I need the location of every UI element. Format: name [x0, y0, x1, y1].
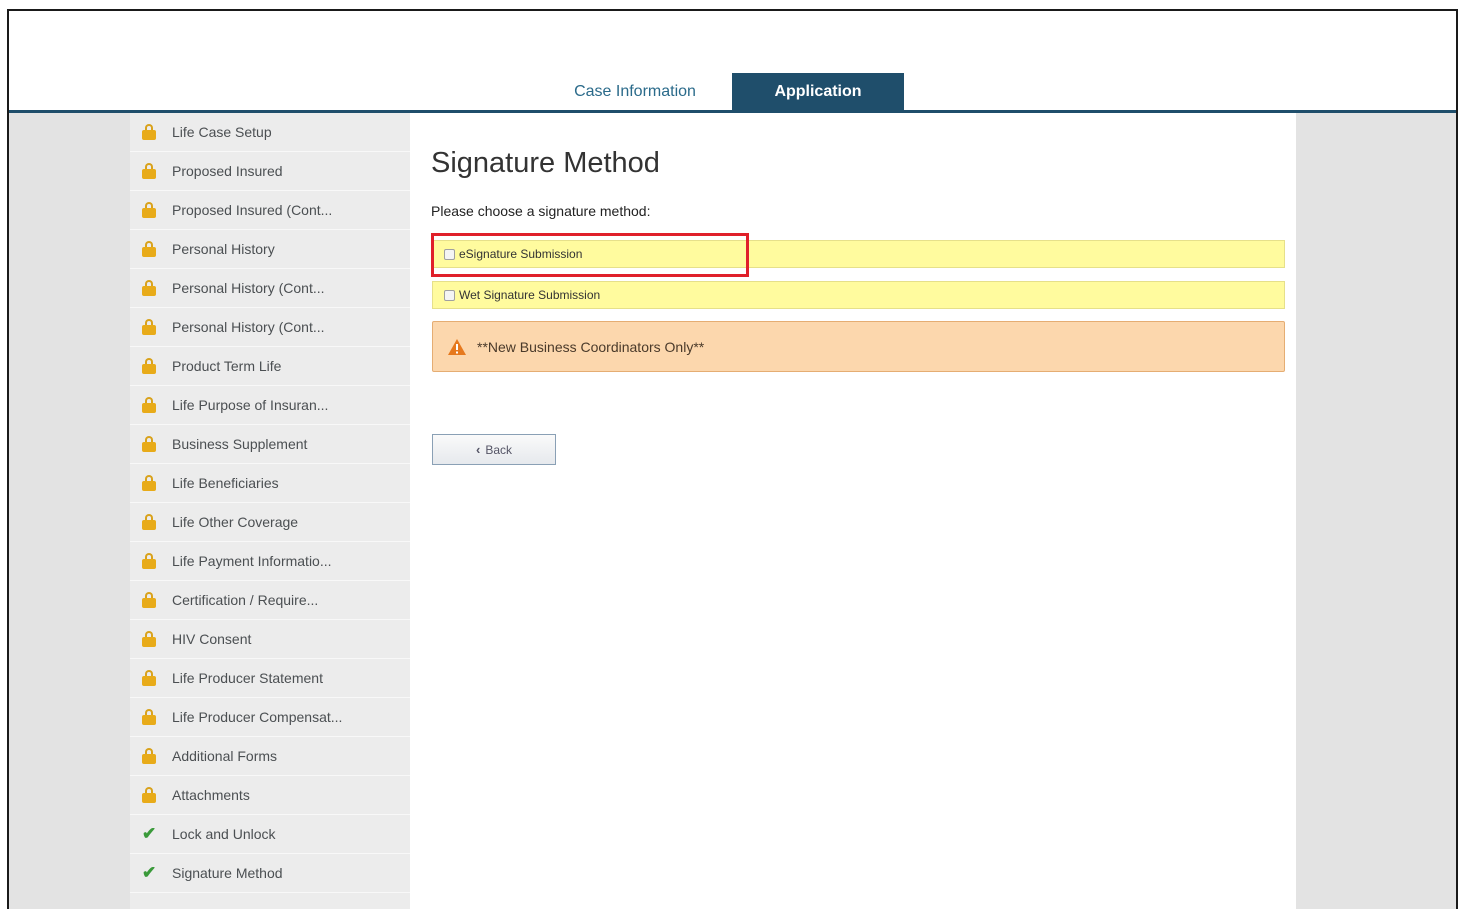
esignature-option[interactable]: eSignature Submission	[432, 240, 1285, 268]
lock-icon	[142, 709, 156, 725]
sidebar-item-label: Life Payment Informatio...	[172, 553, 332, 569]
wet-signature-checkbox[interactable]	[444, 289, 455, 301]
sidebar-item-label: Life Producer Compensat...	[172, 709, 343, 725]
sidebar-item[interactable]: ✔ Signature Method	[130, 854, 410, 893]
sidebar-item-label: Proposed Insured (Cont...	[172, 202, 333, 218]
lock-icon	[142, 514, 156, 530]
lock-icon	[142, 553, 156, 569]
sidebar-item[interactable]: HIV Consent	[130, 620, 410, 659]
warning-icon	[448, 338, 466, 355]
sidebar-item[interactable]: Product Term Life	[130, 347, 410, 386]
tab-application[interactable]: Application	[732, 73, 904, 110]
sidebar-item[interactable]: Life Producer Statement	[130, 659, 410, 698]
wet-signature-option[interactable]: Wet Signature Submission	[432, 281, 1285, 309]
lock-icon	[142, 280, 156, 296]
lock-icon	[142, 202, 156, 218]
lock-icon	[142, 241, 156, 257]
alert-text: **New Business Coordinators Only**	[477, 338, 705, 355]
app-frame: Case Information Application Life Case S…	[7, 9, 1458, 909]
chevron-left-icon: ‹	[475, 442, 481, 457]
lock-icon	[142, 592, 156, 608]
sidebar-item-label: Personal History (Cont...	[172, 280, 325, 296]
lock-icon	[142, 397, 156, 413]
sidebar-item-label: Life Beneficiaries	[172, 475, 279, 491]
sidebar-item[interactable]: Personal History	[130, 230, 410, 269]
check-icon: ✔	[142, 863, 157, 882]
tab-case-information[interactable]: Case Information	[535, 73, 735, 110]
sidebar-item-label: Proposed Insured	[172, 163, 283, 179]
sidebar-item-label: Business Supplement	[172, 436, 308, 452]
back-button[interactable]: ‹ Back	[432, 434, 556, 465]
sidebar-item[interactable]: Life Beneficiaries	[130, 464, 410, 503]
sidebar-item-label: Personal History	[172, 241, 275, 257]
sidebar-item[interactable]: Life Other Coverage	[130, 503, 410, 542]
sidebar-item[interactable]: Life Case Setup	[130, 113, 410, 152]
lock-icon	[142, 319, 156, 335]
sidebar-item[interactable]: Personal History (Cont...	[130, 269, 410, 308]
lock-icon	[142, 787, 156, 803]
tab-bar: Case Information Application	[9, 11, 1456, 113]
check-icon: ✔	[142, 824, 157, 843]
sidebar-item[interactable]: Life Payment Informatio...	[130, 542, 410, 581]
sidebar-item[interactable]: Life Purpose of Insuran...	[130, 386, 410, 425]
esignature-checkbox[interactable]	[444, 248, 455, 260]
sidebar-item-label: Additional Forms	[172, 748, 278, 764]
signature-method-prompt: Please choose a signature method:	[431, 203, 651, 219]
lock-icon	[142, 748, 156, 764]
lock-icon	[142, 358, 156, 374]
sidebar-item-label: Life Case Setup	[172, 124, 272, 140]
sidebar-item[interactable]: ✔ Lock and Unlock	[130, 815, 410, 854]
sidebar-item[interactable]: Life Producer Compensat...	[130, 698, 410, 737]
sidebar-item-label: Attachments	[172, 787, 250, 803]
sidebar-item[interactable]: Business Supplement	[130, 425, 410, 464]
sidebar-item[interactable]: Attachments	[130, 776, 410, 815]
content-area: Life Case Setup Proposed Insured Proposed …	[9, 113, 1456, 909]
sidebar-item-label: Life Producer Statement	[172, 670, 323, 686]
sidebar-item[interactable]: Proposed Insured (Cont...	[130, 191, 410, 230]
sidebar-item-label: HIV Consent	[172, 631, 252, 647]
sidebar-item-label: Personal History (Cont...	[172, 319, 325, 335]
lock-icon	[142, 163, 156, 179]
sidebar-item-label: Signature Method	[172, 865, 283, 881]
lock-icon	[142, 670, 156, 686]
lock-icon	[142, 436, 156, 452]
sidebar-item[interactable]: Personal History (Cont...	[130, 308, 410, 347]
sidebar-item[interactable]: Proposed Insured	[130, 152, 410, 191]
main-panel: Signature Method Please choose a signatu…	[410, 113, 1296, 909]
page-title: Signature Method	[431, 147, 660, 179]
esignature-option-label: eSignature Submission	[459, 247, 583, 261]
wet-signature-option-label: Wet Signature Submission	[459, 288, 601, 302]
lock-icon	[142, 124, 156, 140]
sidebar-item-label: Life Purpose of Insuran...	[172, 397, 329, 413]
sidebar-item[interactable]: Additional Forms	[130, 737, 410, 776]
lock-icon	[142, 631, 156, 647]
sidebar-item[interactable]: Certification / Require...	[130, 581, 410, 620]
coordinator-alert: **New Business Coordinators Only**	[432, 321, 1285, 372]
sidebar-item-label: Life Other Coverage	[172, 514, 299, 530]
sidebar-item-label: Lock and Unlock	[172, 826, 276, 842]
back-button-label: Back	[485, 442, 513, 457]
sidebar-item-label: Product Term Life	[172, 358, 282, 374]
sidebar-item-label: Certification / Require...	[172, 592, 319, 608]
lock-icon	[142, 475, 156, 491]
sidebar: Life Case Setup Proposed Insured Proposed …	[130, 113, 410, 909]
